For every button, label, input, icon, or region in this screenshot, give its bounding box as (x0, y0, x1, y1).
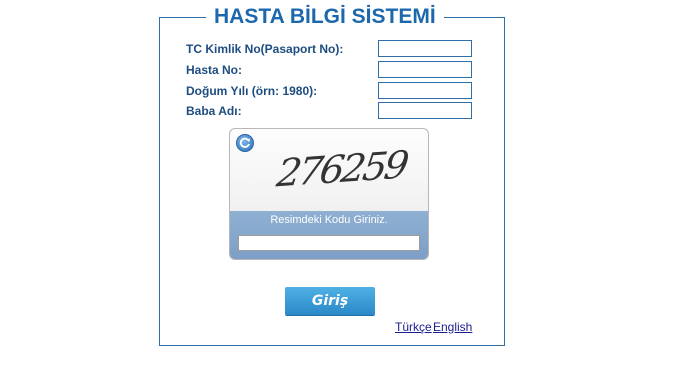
page-title: HASTA BİLGİ SİSTEMİ (206, 4, 444, 30)
hasta-no-label: Hasta No: (186, 63, 243, 77)
captcha-input[interactable] (238, 235, 420, 251)
lang-turkce-link[interactable]: Türkçe (395, 320, 432, 334)
hasta-no-input[interactable] (378, 61, 472, 78)
tc-kimlik-label: TC Kimlik No(Pasaport No): (186, 42, 344, 56)
lang-english-link[interactable]: English (433, 320, 472, 334)
baba-adi-label: Baba Adı: (186, 104, 242, 118)
tc-kimlik-input[interactable] (378, 40, 472, 57)
captcha-box: 276259 Resimdeki Kodu Giriniz. (229, 128, 429, 260)
captcha-hint: Resimdeki Kodu Giriniz. (270, 214, 388, 226)
dogum-yili-label: Doğum Yılı (örn: 1980): (186, 84, 318, 98)
login-button[interactable]: Giriş (285, 287, 375, 315)
refresh-icon[interactable] (236, 134, 254, 152)
baba-adi-input[interactable] (378, 102, 472, 119)
dogum-yili-input[interactable] (378, 82, 472, 99)
captcha-image: 276259 (274, 142, 409, 196)
